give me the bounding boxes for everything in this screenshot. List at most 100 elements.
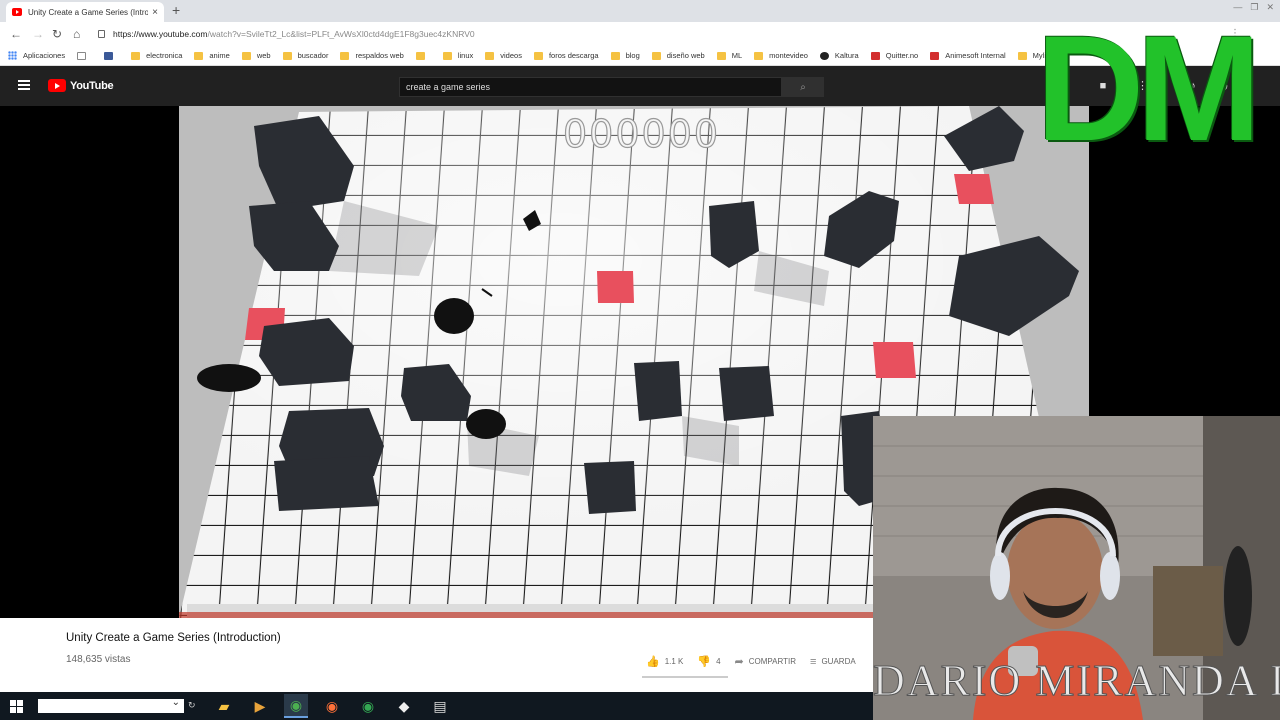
- taskbar: ↻ ▰ ▶ ◉ ◉ ◉ ◆ ▤: [0, 692, 873, 720]
- video-title: Unity Create a Game Series (Introduction…: [66, 632, 281, 644]
- chrome-icon[interactable]: ◉: [284, 694, 308, 718]
- notepad-icon[interactable]: ▤: [428, 694, 452, 718]
- bookmark-item[interactable]: [415, 51, 431, 60]
- bookmark-folder-icon: [415, 51, 425, 60]
- close-window-icon[interactable]: ✕: [1266, 2, 1274, 13]
- bookmark-folder-icon: [194, 51, 204, 60]
- bookmark-label: anime: [209, 51, 230, 60]
- save-label: GUARDA: [821, 657, 856, 666]
- bookmark-item[interactable]: linux: [442, 51, 473, 60]
- home-icon[interactable]: ⌂: [73, 27, 80, 41]
- bookmark-label: diseño web: [666, 51, 705, 60]
- bookmark-folder-icon: [442, 51, 452, 60]
- bookmark-folder-icon: [930, 51, 940, 60]
- close-tab-icon[interactable]: ×: [152, 7, 158, 18]
- bookmark-item[interactable]: buscador: [282, 51, 329, 60]
- windows-start-icon[interactable]: [10, 700, 24, 713]
- webcam-overlay: DARIO MIRANDA D: [873, 416, 1280, 720]
- media-player-icon[interactable]: ▶: [248, 694, 272, 718]
- dislike-button[interactable]: 👎 4: [697, 655, 720, 668]
- window-controls: — ❐ ✕: [1233, 2, 1274, 13]
- maximize-icon[interactable]: ❐: [1250, 2, 1258, 13]
- bookmark-label: Kaltura: [834, 51, 859, 60]
- bookmark-item[interactable]: web: [241, 51, 271, 60]
- bookmark-item[interactable]: respaldos web: [340, 51, 404, 60]
- reload-icon[interactable]: ↻: [52, 27, 62, 41]
- bookmark-item[interactable]: ML: [716, 51, 743, 60]
- bookmark-item[interactable]: Quitter.no: [870, 51, 919, 60]
- bookmark-label: foros descarga: [548, 51, 599, 60]
- video-actions: 👍 1.1 K 👎 4 ➦ COMPARTIR ≡ GUARDA: [646, 655, 856, 669]
- firefox-icon[interactable]: ◉: [320, 694, 344, 718]
- new-tab-icon[interactable]: +: [172, 2, 180, 18]
- bookmark-folder-icon: [282, 51, 292, 60]
- unity-icon[interactable]: ◆: [392, 694, 416, 718]
- like-button[interactable]: 👍 1.1 K: [646, 655, 683, 668]
- minimize-icon[interactable]: —: [1233, 2, 1242, 13]
- save-button[interactable]: ≡ GUARDA: [810, 656, 856, 668]
- bookmark-folder-icon: [819, 51, 829, 60]
- like-count: 1.1 K: [664, 657, 684, 666]
- bookmark-item[interactable]: [77, 51, 92, 60]
- bookmark-label: ML: [731, 51, 743, 60]
- bookmark-item[interactable]: Animesoft Internal: [930, 51, 1006, 60]
- lock-icon: [98, 30, 105, 38]
- bookmark-item[interactable]: montevideo: [754, 51, 808, 60]
- bookmark-folder-icon: [241, 51, 251, 60]
- search-icon: ⌕: [800, 81, 806, 93]
- bookmark-label: web: [256, 51, 271, 60]
- forward-icon[interactable]: →: [32, 27, 44, 41]
- url-field[interactable]: https://www.youtube.com/watch?v=SvileTt2…: [98, 25, 1198, 43]
- back-icon[interactable]: ←: [10, 27, 22, 41]
- score-display: 000000: [562, 111, 721, 156]
- refresh-icon[interactable]: ↻: [188, 700, 196, 711]
- taskbar-search-input[interactable]: [38, 697, 184, 713]
- bookmark-label: videos: [500, 51, 522, 60]
- bookmark-label: Animesoft Internal: [945, 51, 1006, 60]
- bookmark-folder-icon: [716, 51, 726, 60]
- bookmark-label: montevideo: [769, 51, 808, 60]
- bookmark-item[interactable]: Kaltura: [819, 51, 859, 60]
- bookmark-folder-icon: [870, 51, 880, 60]
- browser-tab[interactable]: Unity Create a Game Series (Intro ×: [6, 2, 164, 22]
- bookmark-item[interactable]: foros descarga: [533, 51, 599, 60]
- bookmark-item[interactable]: anime: [194, 51, 230, 60]
- share-button[interactable]: ➦ COMPARTIR: [735, 655, 796, 668]
- cam-name-watermark: DARIO MIRANDA D: [873, 656, 1280, 706]
- url-host: https://www.youtube.com: [113, 29, 208, 39]
- like-ratio-bar: [642, 676, 728, 678]
- chrome-canary-icon[interactable]: ◉: [356, 694, 380, 718]
- dm-watermark: DM: [1036, 18, 1261, 158]
- bookmark-folder-icon: [104, 51, 114, 60]
- bookmark-item[interactable]: videos: [485, 51, 522, 60]
- youtube-play-icon: [48, 79, 66, 92]
- menu-icon[interactable]: [18, 80, 30, 90]
- bookmark-folder-icon: [651, 51, 661, 60]
- search-input[interactable]: create a game series: [399, 77, 782, 97]
- bookmark-label: Aplicaciones: [23, 51, 66, 60]
- dislike-count: 4: [716, 657, 721, 666]
- playlist-add-icon: ≡: [810, 655, 817, 668]
- bookmark-item[interactable]: [104, 51, 119, 60]
- bookmark-label: buscador: [297, 51, 329, 60]
- bookmark-item[interactable]: diseño web: [651, 51, 705, 60]
- taskbar-apps: ▰ ▶ ◉ ◉ ◉ ◆ ▤: [212, 694, 452, 718]
- file-explorer-icon[interactable]: ▰: [212, 694, 236, 718]
- bookmark-label: Quitter.no: [885, 51, 919, 60]
- bookmark-item[interactable]: Aplicaciones: [8, 51, 65, 60]
- search-button[interactable]: ⌕: [782, 77, 824, 97]
- bookmark-item[interactable]: electronica: [131, 51, 182, 60]
- youtube-favicon-icon: [12, 8, 22, 16]
- bookmark-label: electronica: [146, 51, 183, 60]
- url-path: /watch?v=SvileTt2_Lc&list=PLFt_AvWsXl0ct…: [207, 29, 475, 39]
- bookmark-folder-icon: [340, 51, 350, 60]
- bookmark-folder-icon: [485, 51, 495, 60]
- share-label: COMPARTIR: [748, 657, 797, 666]
- youtube-logo[interactable]: YouTube: [48, 79, 114, 92]
- bookmark-label: blog: [625, 51, 640, 60]
- bookmark-label: respaldos web: [355, 51, 404, 60]
- bookmark-item[interactable]: blog: [610, 51, 640, 60]
- bookmark-folder-icon: [77, 51, 87, 60]
- apps-grid-icon: [8, 51, 17, 60]
- youtube-logo-text: YouTube: [70, 79, 114, 92]
